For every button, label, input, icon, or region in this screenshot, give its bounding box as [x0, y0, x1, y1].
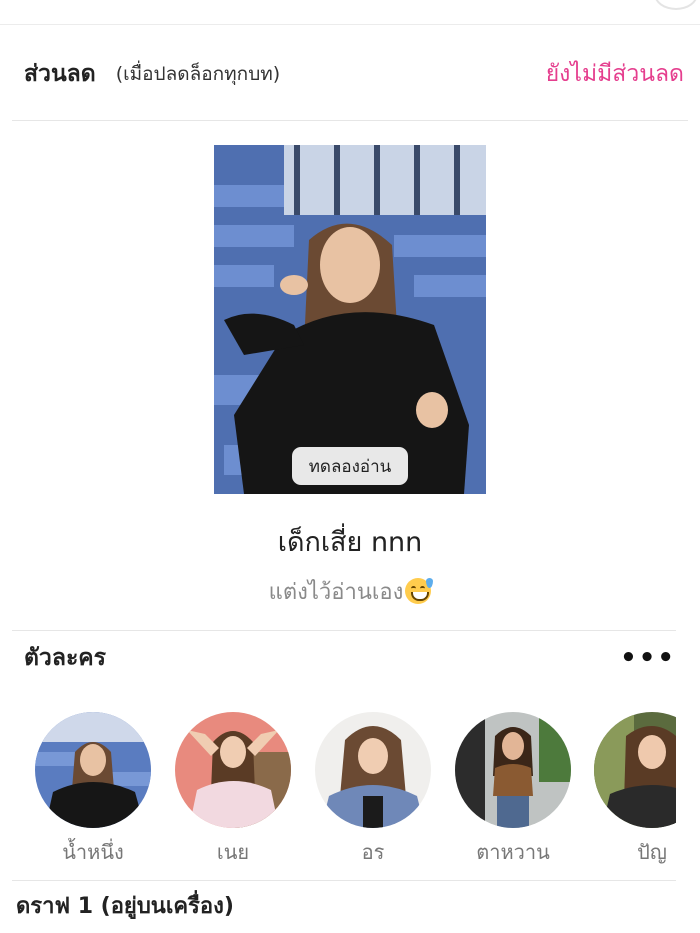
character-item[interactable]: อร: [314, 712, 432, 868]
character-item[interactable]: น้ำหนึ่ง: [34, 712, 152, 868]
story-subtitle: แต่งไว้อ่านเอง: [0, 574, 700, 609]
character-name: น้ำหนึ่ง: [62, 840, 124, 864]
avatar-image: [594, 712, 676, 828]
character-name: ปัญ: [637, 840, 667, 864]
character-name: ตาหวาน: [476, 840, 550, 864]
more-horizontal-icon[interactable]: •••: [620, 643, 676, 673]
discount-row: ส่วนลด (เมื่อปลดล็อกทุกบท) ยังไม่มีส่วนล…: [24, 52, 684, 96]
story-cover[interactable]: ทดลองอ่าน: [214, 145, 486, 494]
characters-divider: [12, 880, 676, 881]
character-avatar: [315, 712, 431, 828]
character-avatar: [35, 712, 151, 828]
character-item[interactable]: เนย: [174, 712, 292, 868]
discount-title: ส่วนลด: [24, 61, 96, 87]
character-name: เนย: [216, 840, 250, 864]
character-name: อร: [361, 840, 385, 864]
avatar-image: [175, 712, 291, 828]
character-avatar: [175, 712, 291, 828]
cover-image: [214, 145, 486, 494]
character-avatar: [455, 712, 571, 828]
avatar-image: [455, 712, 571, 828]
character-item[interactable]: ตาหวาน: [454, 712, 572, 868]
close-icon[interactable]: [654, 0, 698, 10]
top-divider: [0, 24, 700, 25]
story-subtitle-text: แต่งไว้อ่านเอง: [268, 580, 404, 605]
avatar-image: [35, 712, 151, 828]
discount-note: (เมื่อปลดล็อกทุกบท): [115, 63, 281, 85]
story-divider: [12, 630, 676, 631]
story-title: เด็กเสี่ย nnn: [277, 527, 423, 558]
characters-header: ตัวละคร •••: [24, 638, 676, 678]
discount-divider: [12, 120, 688, 121]
character-item[interactable]: ปัญ: [594, 712, 676, 868]
draft-label[interactable]: ดราฟ 1 (อยู่บนเครื่อง): [16, 888, 234, 923]
discount-status: ยังไม่มีส่วนลด: [545, 61, 684, 87]
characters-title: ตัวละคร: [24, 645, 107, 671]
grinning-sweat-emoji-icon: [405, 578, 434, 604]
avatar-image: [315, 712, 431, 828]
character-avatar: [594, 712, 676, 828]
preview-button[interactable]: ทดลองอ่าน: [292, 447, 408, 485]
